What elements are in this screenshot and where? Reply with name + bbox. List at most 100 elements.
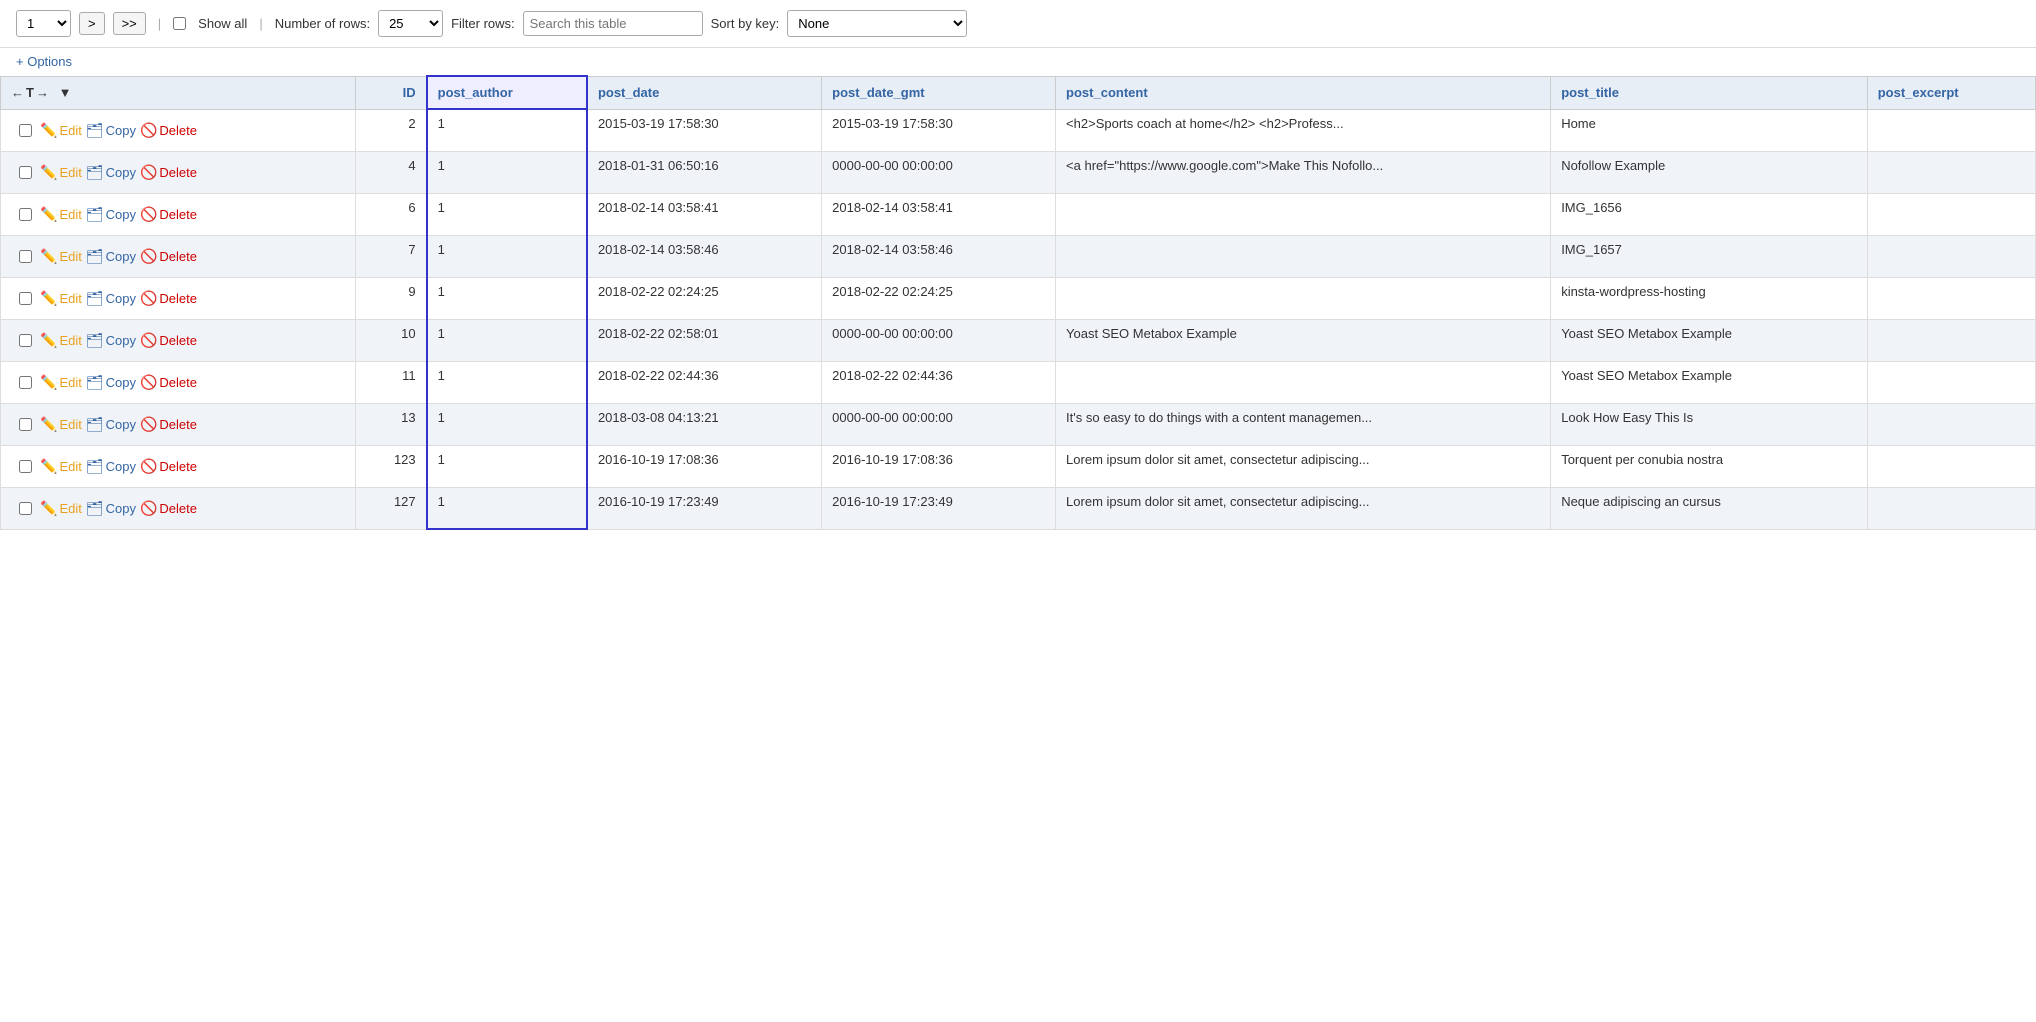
row-checkbox[interactable] [19,250,32,263]
edit-button[interactable]: ✏️ Edit [40,374,82,391]
cell-post-date: 2016-10-19 17:08:36 [587,445,822,487]
delete-button[interactable]: 🚫 Delete [140,374,197,391]
action-td: ✏️ Edit 🗂 Copy 🚫 Delete [1,193,356,235]
show-all-checkbox[interactable] [173,17,186,30]
row-checkbox[interactable] [19,460,32,473]
edit-button[interactable]: ✏️ Edit [40,416,82,433]
delete-button[interactable]: 🚫 Delete [140,332,197,349]
pencil-icon: ✏️ [40,332,57,349]
col-header-post-content[interactable]: post_content [1056,76,1551,109]
next-page-button[interactable]: > [79,12,105,35]
delete-button[interactable]: 🚫 Delete [140,248,197,265]
row-checkbox[interactable] [19,124,32,137]
edit-button[interactable]: ✏️ Edit [40,290,82,307]
row-checkbox[interactable] [19,502,32,515]
cell-post-date: 2018-02-14 03:58:46 [587,235,822,277]
show-all-label: Show all [198,16,247,31]
cell-id: 4 [355,151,426,193]
edit-button[interactable]: ✏️ Edit [40,122,82,139]
copy-db-icon: 🗂 [86,122,104,139]
copy-db-icon: 🗂 [86,500,104,517]
delete-button[interactable]: 🚫 Delete [140,122,197,139]
delete-button[interactable]: 🚫 Delete [140,206,197,223]
copy-button[interactable]: 🗂 Copy [86,500,136,517]
delete-button[interactable]: 🚫 Delete [140,164,197,181]
col-header-post-excerpt[interactable]: post_excerpt [1867,76,2035,109]
col-header-post-date-gmt[interactable]: post_date_gmt [822,76,1056,109]
edit-button[interactable]: ✏️ Edit [40,458,82,475]
cell-post-title: Home [1551,109,1868,151]
cell-post-content: <h2>Sports coach at home</h2> <h2>Profes… [1056,109,1551,151]
row-checkbox[interactable] [19,418,32,431]
cell-post-excerpt [1867,277,2035,319]
copy-button[interactable]: 🗂 Copy [86,458,136,475]
delete-button[interactable]: 🚫 Delete [140,290,197,307]
copy-label: Copy [106,333,136,348]
row-checkbox[interactable] [19,208,32,221]
cell-post-title: IMG_1657 [1551,235,1868,277]
row-checkbox[interactable] [19,292,32,305]
row-checkbox[interactable] [19,334,32,347]
copy-button[interactable]: 🗂 Copy [86,164,136,181]
action-td: ✏️ Edit 🗂 Copy 🚫 Delete [1,319,356,361]
rows-select[interactable]: 25 50 100 [378,10,443,37]
delete-icon: 🚫 [140,416,157,433]
cell-post-excerpt [1867,235,2035,277]
resize-handle[interactable]: ← T → [11,85,49,100]
copy-button[interactable]: 🗂 Copy [86,290,136,307]
cell-post-date-gmt: 2016-10-19 17:23:49 [822,487,1056,529]
cell-post-excerpt [1867,319,2035,361]
copy-button[interactable]: 🗂 Copy [86,332,136,349]
row-checkbox[interactable] [19,376,32,389]
cell-post-content: <a href="https://www.google.com">Make Th… [1056,151,1551,193]
cell-post-date-gmt: 2018-02-22 02:44:36 [822,361,1056,403]
delete-icon: 🚫 [140,374,157,391]
copy-button[interactable]: 🗂 Copy [86,206,136,223]
cell-id: 2 [355,109,426,151]
edit-label: Edit [59,459,81,474]
options-row[interactable]: + Options [0,48,2036,75]
filter-label: Filter rows: [451,16,515,31]
sort-down-icon[interactable]: ▼ [59,85,72,100]
delete-icon: 🚫 [140,248,157,265]
edit-button[interactable]: ✏️ Edit [40,248,82,265]
edit-button[interactable]: ✏️ Edit [40,500,82,517]
delete-button[interactable]: 🚫 Delete [140,416,197,433]
row-checkbox[interactable] [19,166,32,179]
table-row: ✏️ Edit 🗂 Copy 🚫 Delete 712018-02-14 03:… [1,235,2036,277]
cell-post-content: Yoast SEO Metabox Example [1056,319,1551,361]
copy-button[interactable]: 🗂 Copy [86,416,136,433]
col-header-post-date[interactable]: post_date [587,76,822,109]
copy-button[interactable]: 🗂 Copy [86,374,136,391]
cell-id: 11 [355,361,426,403]
delete-label: Delete [159,459,197,474]
cell-post-title: Yoast SEO Metabox Example [1551,319,1868,361]
cell-post-excerpt [1867,361,2035,403]
delete-label: Delete [159,207,197,222]
last-page-button[interactable]: >> [113,12,146,35]
cell-post-excerpt [1867,445,2035,487]
delete-icon: 🚫 [140,332,157,349]
table-row: ✏️ Edit 🗂 Copy 🚫 Delete 12312016-10-19 1… [1,445,2036,487]
page-select[interactable]: 1 [16,10,71,37]
copy-button[interactable]: 🗂 Copy [86,122,136,139]
search-input[interactable] [523,11,703,36]
edit-button[interactable]: ✏️ Edit [40,332,82,349]
cell-post-date-gmt: 0000-00-00 00:00:00 [822,151,1056,193]
col-header-post-author[interactable]: post_author [427,76,587,109]
copy-button[interactable]: 🗂 Copy [86,248,136,265]
cell-post-date: 2018-02-22 02:44:36 [587,361,822,403]
edit-label: Edit [59,375,81,390]
edit-button[interactable]: ✏️ Edit [40,164,82,181]
edit-button[interactable]: ✏️ Edit [40,206,82,223]
sort-select[interactable]: None [787,10,967,37]
col-header-id[interactable]: ID [355,76,426,109]
copy-label: Copy [106,501,136,516]
cell-post-title: Nofollow Example [1551,151,1868,193]
delete-button[interactable]: 🚫 Delete [140,458,197,475]
col-header-post-title[interactable]: post_title [1551,76,1868,109]
table-row: ✏️ Edit 🗂 Copy 🚫 Delete 412018-01-31 06:… [1,151,2036,193]
delete-button[interactable]: 🚫 Delete [140,500,197,517]
table-wrapper: ← T → ▼ ID post_author post_date post_da… [0,75,2036,530]
pencil-icon: ✏️ [40,206,57,223]
